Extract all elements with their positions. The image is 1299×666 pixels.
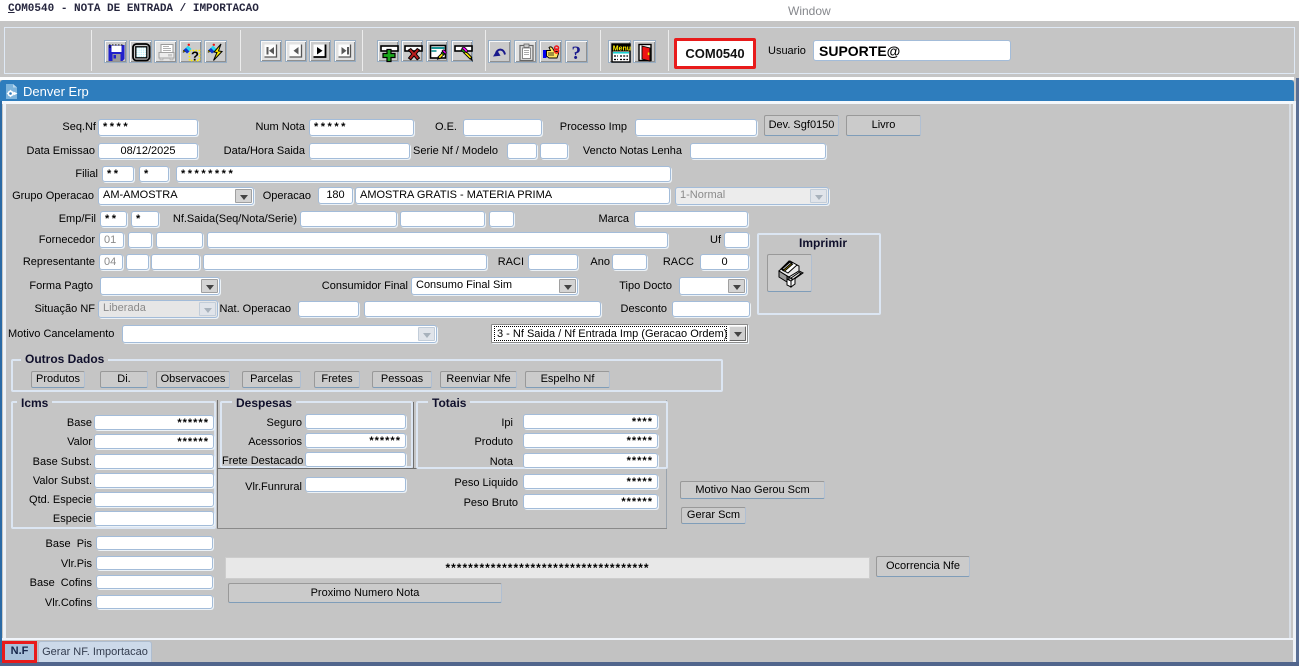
svg-text:Menu: Menu: [613, 46, 631, 53]
svg-text:?: ?: [572, 43, 582, 62]
svg-text:?: ?: [191, 49, 199, 63]
